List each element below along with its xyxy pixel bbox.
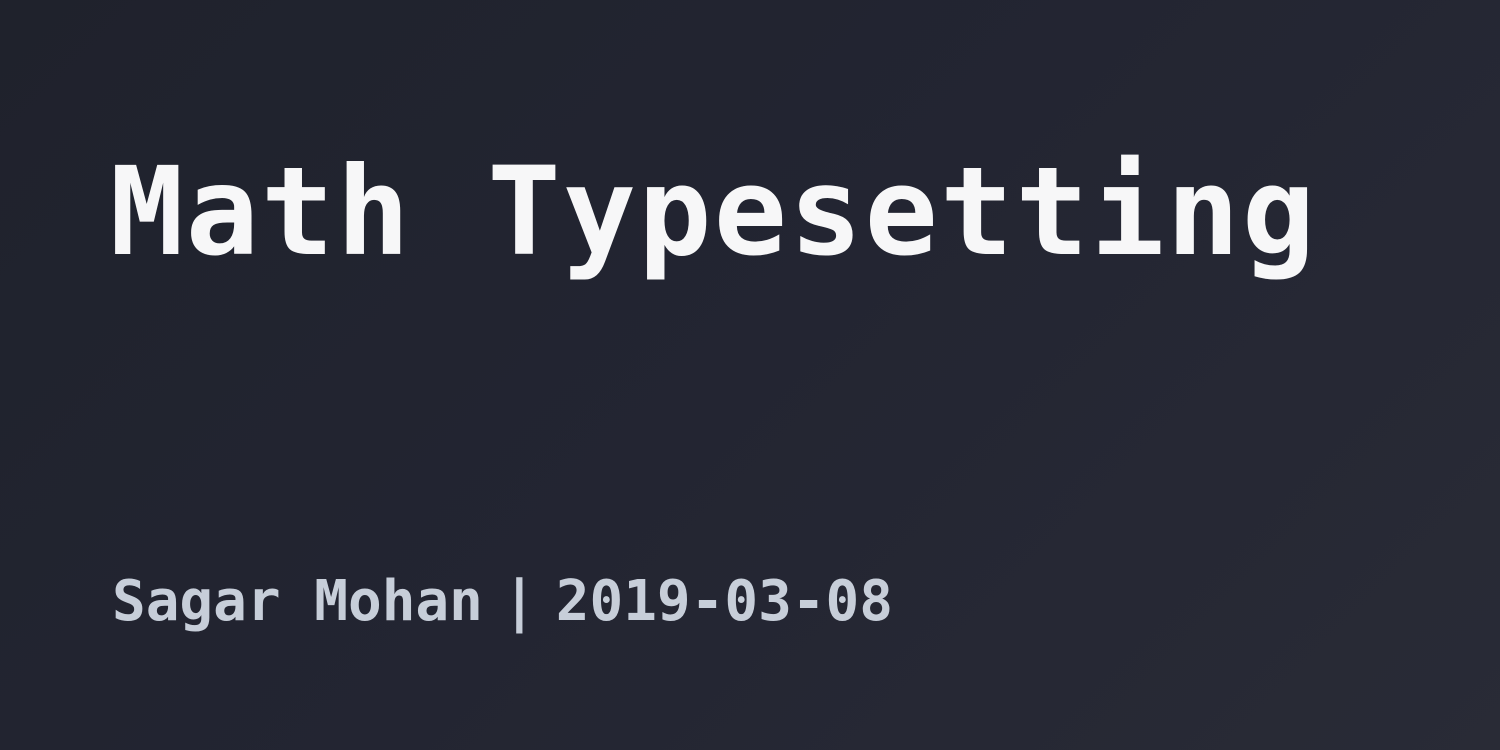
post-date: 2019-03-08 — [555, 569, 893, 634]
byline: Sagar Mohan | 2019-03-08 — [112, 568, 893, 635]
social-card: Math Typesetting Sagar Mohan | 2019-03-08 — [0, 0, 1500, 750]
byline-separator: | — [502, 569, 537, 634]
page-title: Math Typesetting — [110, 141, 1318, 283]
author-name: Sagar Mohan — [112, 569, 483, 634]
